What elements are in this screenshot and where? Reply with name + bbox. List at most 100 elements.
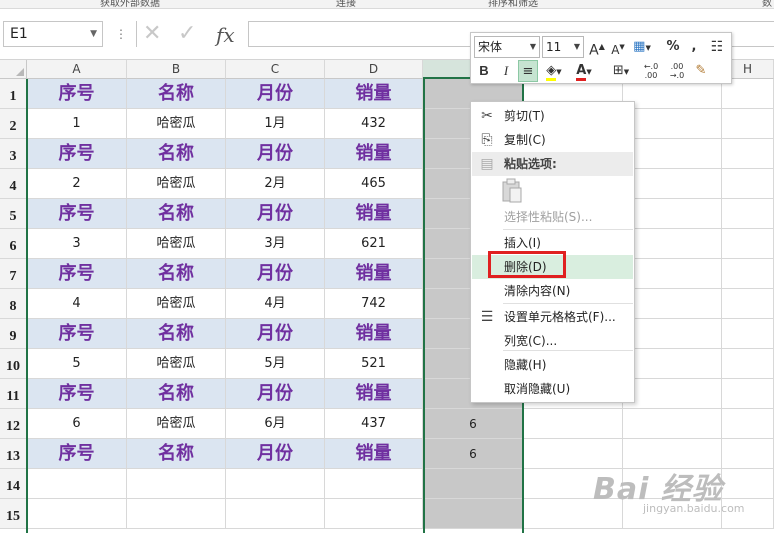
grid-cell[interactable] bbox=[623, 259, 722, 289]
italic-icon[interactable]: I bbox=[496, 60, 516, 82]
grid-cell[interactable]: 437 bbox=[325, 409, 423, 439]
grid-cell[interactable]: 序号 bbox=[27, 199, 127, 229]
grid-cell[interactable] bbox=[423, 469, 524, 499]
row-header[interactable]: 9 bbox=[0, 319, 27, 349]
format-table-icon[interactable]: ☷ bbox=[707, 36, 727, 58]
font-name-select[interactable]: 宋体 ▼ bbox=[474, 36, 540, 58]
grid-cell[interactable]: 名称 bbox=[127, 79, 226, 109]
grid-cell[interactable] bbox=[325, 499, 423, 529]
grid-cell[interactable] bbox=[722, 319, 774, 349]
grid-cell[interactable] bbox=[722, 169, 774, 199]
grid-cell[interactable] bbox=[623, 409, 722, 439]
grid-cell[interactable]: 哈密瓜 bbox=[127, 289, 226, 319]
grid-cell[interactable] bbox=[623, 169, 722, 199]
grid-cell[interactable]: 2月 bbox=[226, 169, 325, 199]
grid-cell[interactable]: 序号 bbox=[27, 379, 127, 409]
borders-icon[interactable]: ⊞▼ bbox=[609, 60, 633, 82]
column-header-d[interactable]: D bbox=[325, 60, 423, 79]
grid-cell[interactable] bbox=[722, 109, 774, 139]
grid-cell[interactable]: 6 bbox=[423, 439, 524, 469]
grid-cell[interactable]: 月份 bbox=[226, 319, 325, 349]
decrease-font-icon[interactable]: A▼ bbox=[608, 36, 628, 58]
grid-cell[interactable] bbox=[127, 499, 226, 529]
grid-cell[interactable] bbox=[623, 199, 722, 229]
grid-cell[interactable]: 哈密瓜 bbox=[127, 229, 226, 259]
grid-cell[interactable]: 5 bbox=[27, 349, 127, 379]
confirm-icon[interactable]: ✓ bbox=[178, 23, 196, 45]
menu-item-8[interactable]: ☰ 设置单元格格式(F)... bbox=[472, 305, 633, 329]
menu-item-4[interactable]: 选择性粘贴(S)... bbox=[472, 205, 633, 229]
grid-cell[interactable]: 2 bbox=[27, 169, 127, 199]
row-header[interactable]: 10 bbox=[0, 349, 27, 379]
menu-item-7[interactable]: 清除内容(N) bbox=[472, 279, 633, 303]
grid-cell[interactable]: 名称 bbox=[127, 379, 226, 409]
grid-cell[interactable]: 月份 bbox=[226, 379, 325, 409]
grid-cell[interactable]: 6 bbox=[27, 409, 127, 439]
row-header[interactable]: 4 bbox=[0, 169, 27, 199]
fill-color-icon[interactable]: ◈▼ bbox=[541, 60, 567, 82]
paste-values-icon[interactable] bbox=[500, 178, 524, 204]
grid-cell[interactable] bbox=[623, 319, 722, 349]
increase-font-icon[interactable]: A▲ bbox=[587, 36, 607, 59]
grid-cell[interactable]: 432 bbox=[325, 109, 423, 139]
grid-cell[interactable]: 销量 bbox=[325, 379, 423, 409]
grid-cell[interactable] bbox=[226, 469, 325, 499]
grid-cell[interactable]: 6月 bbox=[226, 409, 325, 439]
grid-cell[interactable]: 名称 bbox=[127, 199, 226, 229]
column-header-b[interactable]: B bbox=[127, 60, 226, 79]
grid-cell[interactable]: 哈密瓜 bbox=[127, 349, 226, 379]
grid-cell[interactable]: 序号 bbox=[27, 439, 127, 469]
grid-cell[interactable]: 名称 bbox=[127, 319, 226, 349]
grid-cell[interactable] bbox=[623, 379, 722, 409]
menu-item-2[interactable]: ⎘ 复制(C) bbox=[472, 128, 633, 152]
insert-function-icon[interactable]: fx bbox=[216, 23, 235, 47]
menu-item-1[interactable]: ✂ 剪切(T) bbox=[472, 104, 633, 128]
grid-cell[interactable] bbox=[127, 469, 226, 499]
chevron-down-icon[interactable]: ▼ bbox=[574, 37, 580, 57]
grid-cell[interactable]: 月份 bbox=[226, 79, 325, 109]
row-header[interactable]: 3 bbox=[0, 139, 27, 169]
grid-cell[interactable]: 哈密瓜 bbox=[127, 169, 226, 199]
grid-cell[interactable] bbox=[722, 289, 774, 319]
grid-cell[interactable]: 月份 bbox=[226, 199, 325, 229]
grid-cell[interactable]: 名称 bbox=[127, 139, 226, 169]
grid-cell[interactable] bbox=[325, 469, 423, 499]
grid-cell[interactable]: 521 bbox=[325, 349, 423, 379]
grid-cell[interactable]: 销量 bbox=[325, 79, 423, 109]
grid-cell[interactable] bbox=[27, 469, 127, 499]
chevron-down-icon[interactable]: ▼ bbox=[90, 22, 97, 46]
bold-icon[interactable]: B bbox=[474, 60, 494, 82]
more-options-icon[interactable]: ⋮ bbox=[115, 27, 127, 41]
grid-cell[interactable] bbox=[623, 289, 722, 319]
grid-cell[interactable]: 哈密瓜 bbox=[127, 109, 226, 139]
row-header[interactable]: 2 bbox=[0, 109, 27, 139]
grid-cell[interactable]: 销量 bbox=[325, 259, 423, 289]
row-header[interactable]: 8 bbox=[0, 289, 27, 319]
grid-cell[interactable] bbox=[623, 229, 722, 259]
grid-cell[interactable]: 名称 bbox=[127, 259, 226, 289]
name-box[interactable]: E1 ▼ bbox=[3, 21, 103, 47]
grid-cell[interactable]: 621 bbox=[325, 229, 423, 259]
grid-cell[interactable] bbox=[722, 409, 774, 439]
grid-cell[interactable]: 5月 bbox=[226, 349, 325, 379]
grid-cell[interactable] bbox=[524, 409, 623, 439]
grid-cell[interactable] bbox=[722, 259, 774, 289]
row-header[interactable]: 1 bbox=[0, 79, 27, 109]
column-header-a[interactable]: A bbox=[27, 60, 127, 79]
center-align-icon[interactable]: ≡ bbox=[518, 60, 538, 82]
row-header[interactable]: 13 bbox=[0, 439, 27, 469]
row-header[interactable]: 15 bbox=[0, 499, 27, 529]
format-painter-icon[interactable]: ✎ bbox=[691, 60, 711, 82]
select-all-corner[interactable] bbox=[0, 60, 27, 79]
grid-cell[interactable]: 销量 bbox=[325, 319, 423, 349]
row-header[interactable]: 5 bbox=[0, 199, 27, 229]
grid-cell[interactable]: 4 bbox=[27, 289, 127, 319]
grid-cell[interactable]: 销量 bbox=[325, 139, 423, 169]
grid-cell[interactable]: 序号 bbox=[27, 139, 127, 169]
grid-cell[interactable] bbox=[722, 199, 774, 229]
row-header[interactable]: 12 bbox=[0, 409, 27, 439]
increase-decimal-icon[interactable]: ←.0 .00 bbox=[640, 60, 662, 82]
grid-cell[interactable] bbox=[722, 379, 774, 409]
grid-cell[interactable] bbox=[226, 499, 325, 529]
row-header[interactable]: 14 bbox=[0, 469, 27, 499]
